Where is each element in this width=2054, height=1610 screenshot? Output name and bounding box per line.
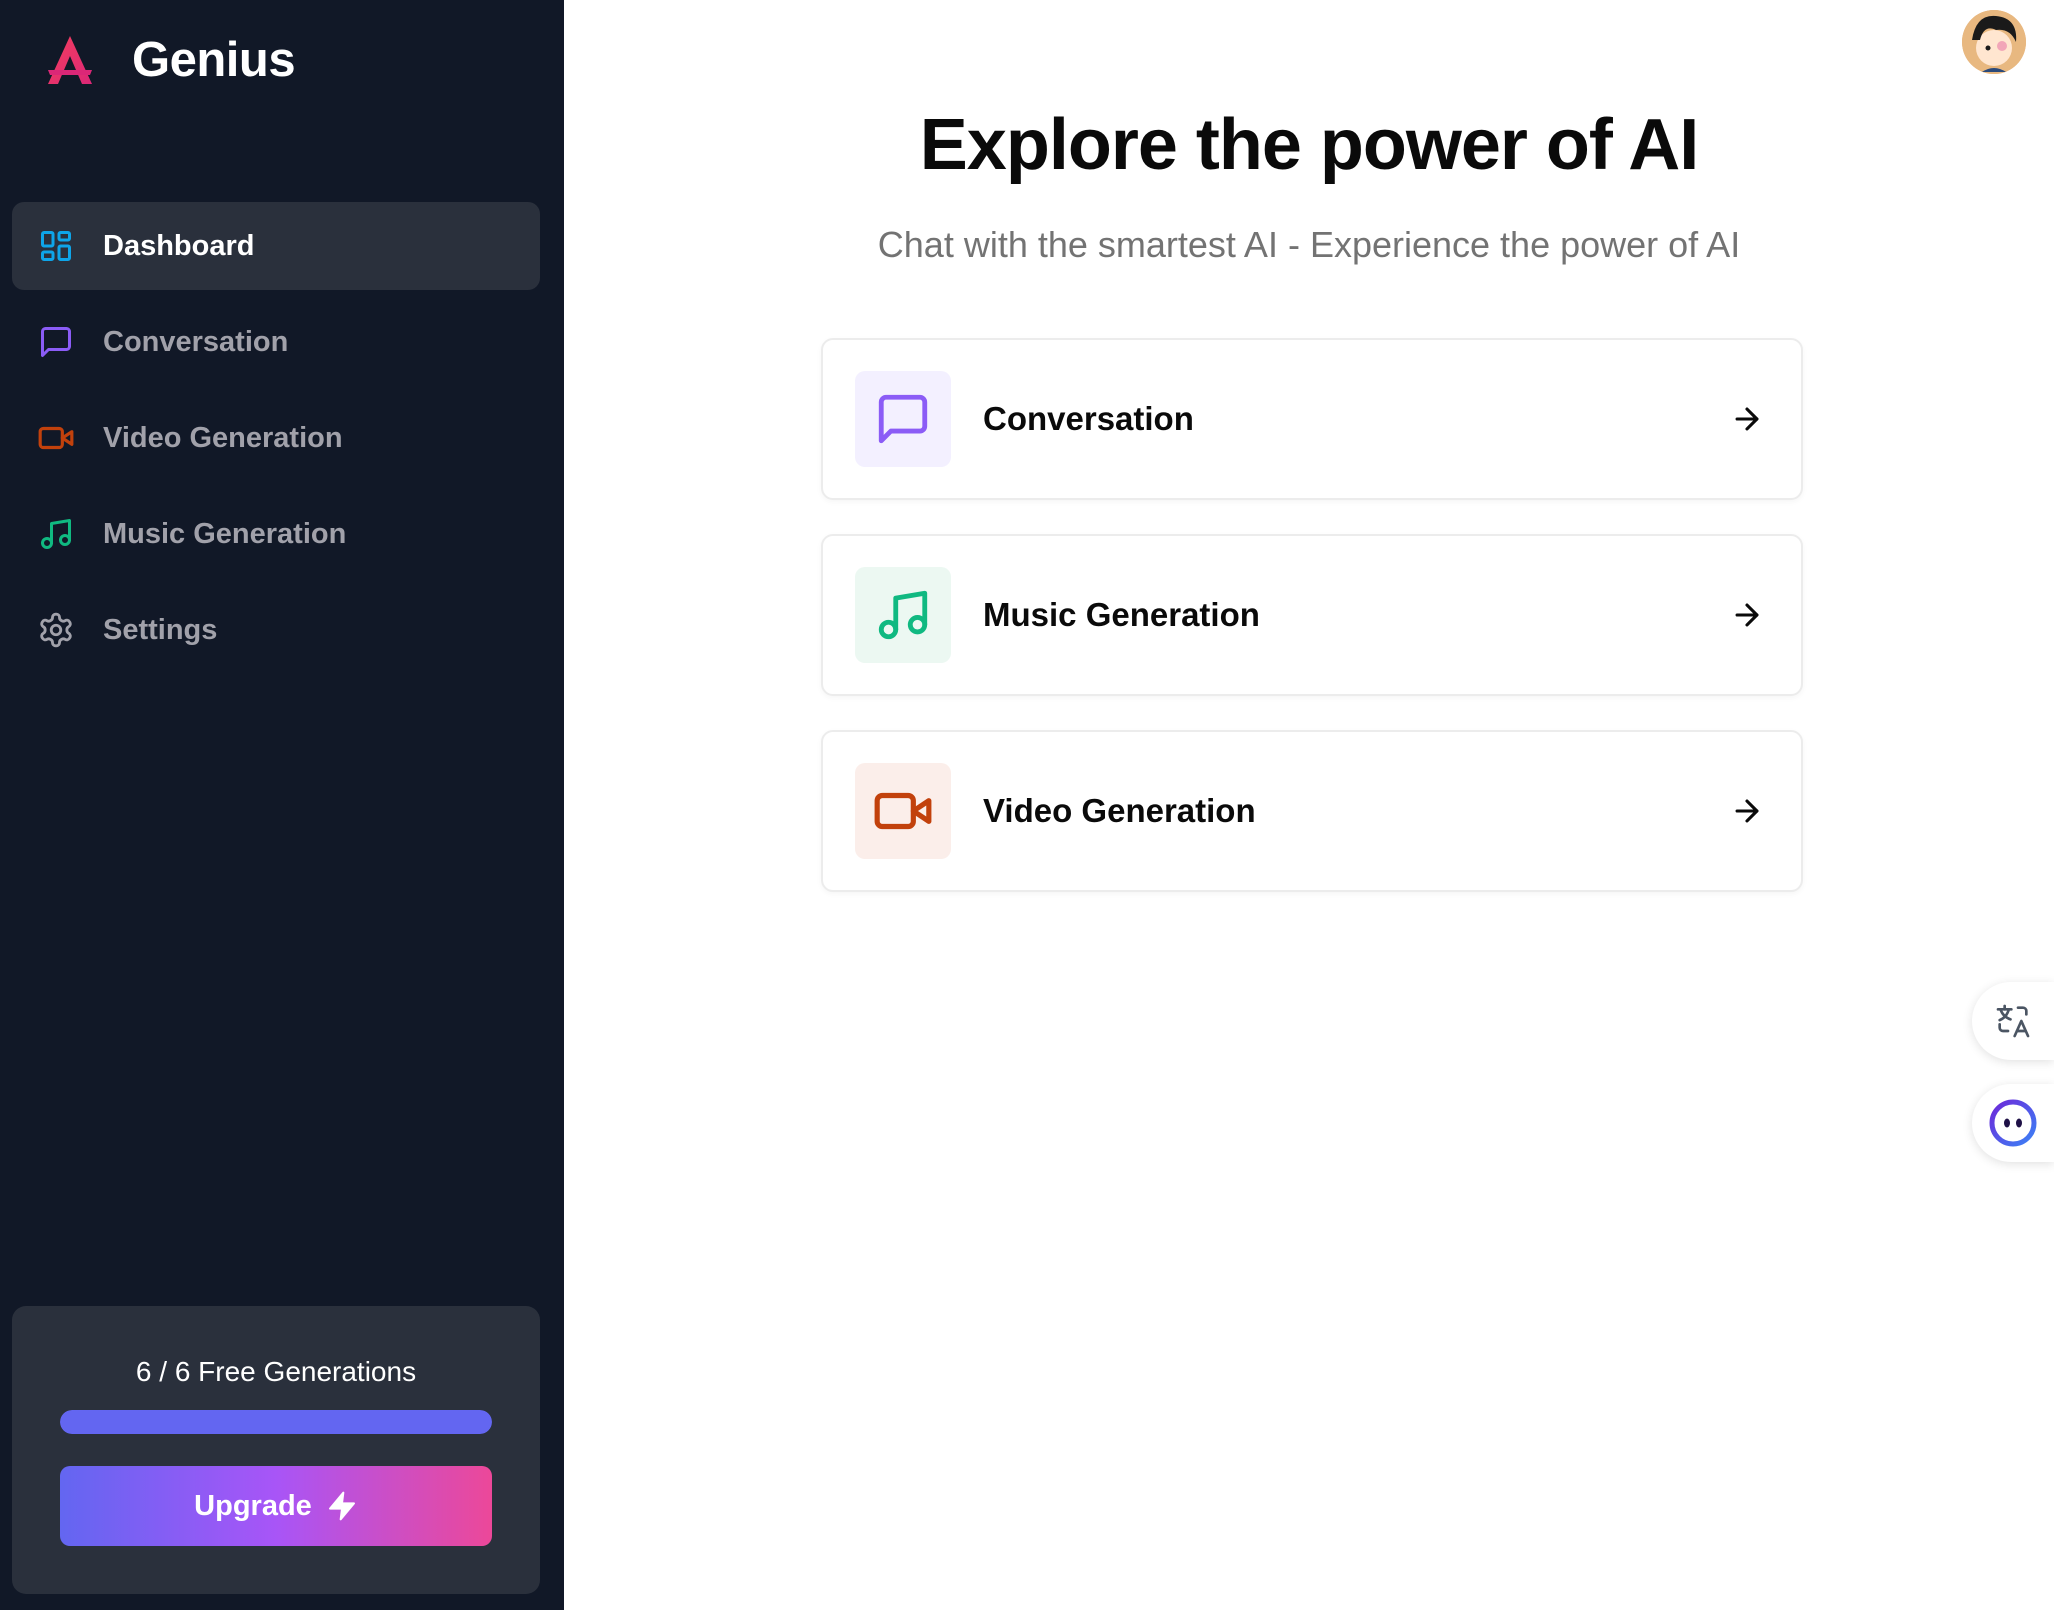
brand[interactable]: Genius [44,30,296,90]
tool-card-video-generation[interactable]: Video Generation [821,730,1803,892]
arrow-right-icon [1729,793,1765,829]
upgrade-button[interactable]: Upgrade [60,1466,492,1546]
music-icon [878,590,928,640]
sidebar-item-video-generation[interactable]: Video Generation [12,394,540,482]
arrow-right-icon [1729,597,1765,633]
page-title: Explore the power of AI [919,105,1699,185]
tool-card-icon-box [855,371,951,467]
tool-card-label: Music Generation [983,596,1260,633]
layout-dashboard-icon [36,226,76,266]
translate-icon [1996,1004,2030,1038]
sidebar-item-label: Dashboard [103,229,255,262]
sidebar-item-conversation[interactable]: Conversation [12,298,540,386]
sidebar: Genius Dashboard Conversation Video Gene… [0,0,564,1610]
app-root: Genius Dashboard Conversation Video Gene… [0,0,2054,1610]
zap-icon [328,1491,355,1521]
tool-card-icon-box [855,567,951,663]
tool-card-conversation[interactable]: Conversation [821,338,1803,500]
sidebar-item-label: Settings [103,613,218,646]
settings-icon [36,610,76,650]
upgrade-button-label: Upgrade [194,1489,312,1522]
user-avatar[interactable] [1962,10,2026,74]
page-subtitle: Chat with the smartest AI - Experience t… [877,224,1741,265]
message-square-icon [878,394,928,444]
free-generations-card: 6 / 6 Free Generations Upgrade [12,1306,540,1594]
brand-name: Genius [132,33,296,87]
tool-card-icon-box [855,763,951,859]
sidebar-nav: Dashboard Conversation Video Generation [12,202,540,682]
message-square-icon [36,322,76,362]
sidebar-item-dashboard[interactable]: Dashboard [12,202,540,290]
free-generations-progress [60,1410,492,1434]
arrow-right-icon [1729,401,1765,437]
free-generations-counter: 6 / 6 Free Generations [135,1356,417,1387]
music-icon [36,514,76,554]
tool-card-label: Conversation [983,400,1194,437]
genius-logo-icon [44,32,96,88]
free-generations-progress-fill [60,1410,492,1434]
video-icon [36,418,76,458]
sidebar-item-music-generation[interactable]: Music Generation [12,490,540,578]
assistant-face-icon [1989,1099,2037,1147]
tool-card-music-generation[interactable]: Music Generation [821,534,1803,696]
tool-card-label: Video Generation [983,792,1256,829]
sidebar-item-label: Conversation [103,325,289,358]
translate-button[interactable] [1972,982,2054,1060]
sidebar-item-settings[interactable]: Settings [12,586,540,674]
assistant-button[interactable] [1972,1084,2054,1162]
sidebar-item-label: Video Generation [103,421,343,454]
sidebar-item-label: Music Generation [103,517,347,550]
video-icon [874,792,932,830]
